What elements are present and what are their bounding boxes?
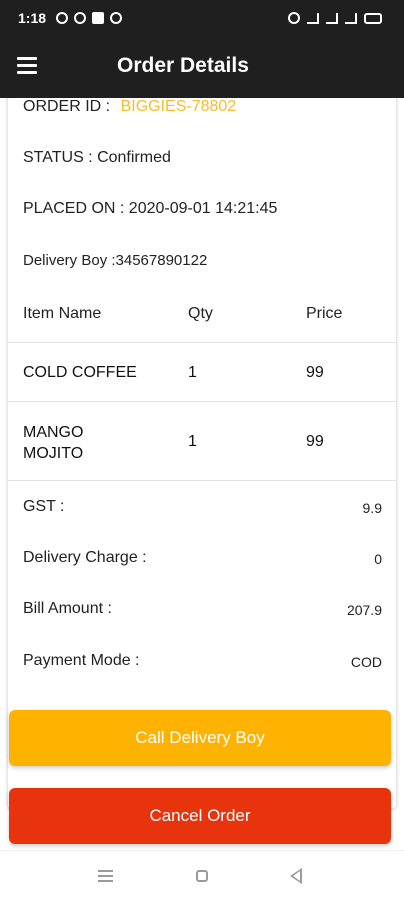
order-id-row: ORDER ID : BIGGIES-78802 [23, 98, 236, 116]
item-qty: 1 [188, 364, 197, 381]
column-header-item: Item Name [23, 305, 102, 322]
divider [8, 480, 396, 481]
recent-apps-icon[interactable] [98, 870, 113, 882]
system-icons [288, 12, 382, 24]
order-id-label: ORDER ID : [23, 98, 111, 115]
item-name: COLD COFFEE [23, 364, 137, 381]
column-header-qty: Qty [188, 305, 213, 322]
delivery-charge-label: Delivery Charge : [23, 549, 147, 566]
payment-mode-value: COD [350, 654, 382, 670]
battery-icon [364, 12, 382, 24]
order-details-content[interactable]: ORDER ID : BIGGIES-78802 STATUS : Confir… [0, 98, 404, 850]
status-time: 1:18 [18, 10, 47, 26]
page-title: Order Details [117, 54, 249, 77]
order-placed-on: PLACED ON : 2020-09-01 14:21:45 [23, 200, 278, 217]
delivery-boy: Delivery Boy :34567890122 [23, 252, 208, 269]
app-bar: Order Details [0, 36, 404, 98]
menu-icon[interactable] [17, 57, 37, 77]
home-icon[interactable] [196, 870, 208, 882]
order-card: ORDER ID : BIGGIES-78802 STATUS : Confir… [8, 98, 396, 808]
alarm-icon [288, 12, 300, 24]
app-notification-icon [92, 12, 105, 24]
signal-icon [326, 12, 338, 24]
order-status: STATUS : Confirmed [23, 149, 171, 166]
cloud-icon [110, 12, 123, 24]
bill-amount-label: Bill Amount : [23, 600, 112, 617]
item-price: 99 [306, 433, 324, 450]
cancel-order-button[interactable]: Cancel Order [9, 788, 391, 844]
item-price: 99 [306, 364, 324, 381]
status-bar: 1:18 [0, 0, 404, 36]
telegram-icon [74, 12, 87, 24]
divider [8, 342, 396, 343]
notification-icons [56, 12, 123, 24]
call-delivery-boy-button[interactable]: Call Delivery Boy [9, 710, 391, 766]
delivery-charge-value: 0 [374, 551, 382, 567]
gst-label: GST : [23, 498, 65, 515]
order-id-value: BIGGIES-78802 [120, 98, 237, 115]
divider [8, 401, 396, 402]
signal-icon-2 [345, 12, 357, 24]
gst-value: 9.9 [362, 500, 382, 516]
system-nav-bar [0, 850, 404, 901]
bill-amount-value: 207.9 [346, 602, 382, 618]
whatsapp-icon [56, 12, 69, 24]
item-qty: 1 [188, 433, 197, 450]
wifi-icon [307, 12, 319, 24]
item-name: MANGO MOJITO [23, 424, 84, 462]
payment-mode-label: Payment Mode : [23, 652, 140, 669]
back-icon[interactable] [290, 868, 302, 884]
column-header-price: Price [306, 305, 343, 322]
